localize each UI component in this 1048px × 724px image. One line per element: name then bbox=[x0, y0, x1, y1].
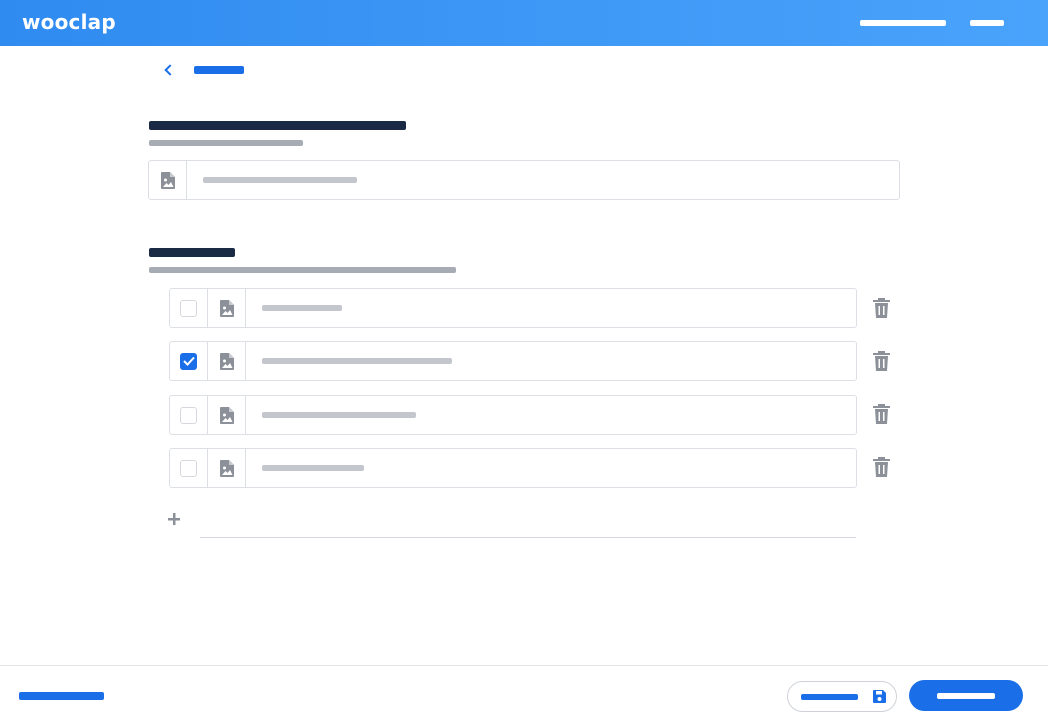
answer-row-4 bbox=[169, 448, 857, 488]
trash-icon[interactable] bbox=[873, 351, 890, 371]
answer-correct-toggle-1[interactable] bbox=[170, 289, 208, 327]
question-image-button[interactable] bbox=[149, 161, 187, 199]
save-icon bbox=[873, 690, 886, 703]
answer-placeholder-2 bbox=[262, 358, 452, 364]
image-file-icon bbox=[219, 352, 234, 370]
answer-correct-toggle-3[interactable] bbox=[170, 396, 208, 434]
answer-row-3 bbox=[169, 395, 857, 435]
footer-link[interactable] bbox=[19, 692, 104, 700]
nav-link-2[interactable] bbox=[970, 20, 1004, 26]
answer-row-2 bbox=[169, 341, 857, 381]
checkbox-icon[interactable] bbox=[180, 299, 197, 317]
question-input-group bbox=[148, 160, 900, 200]
chevron-left-icon bbox=[164, 64, 176, 76]
image-file-icon bbox=[160, 171, 175, 189]
answer-input-1[interactable] bbox=[246, 289, 856, 327]
image-file-icon bbox=[219, 299, 234, 317]
trash-icon[interactable] bbox=[873, 298, 890, 318]
trash-icon[interactable] bbox=[873, 404, 890, 424]
save-draft-label bbox=[801, 693, 858, 700]
checkbox-icon[interactable] bbox=[180, 352, 197, 370]
checkbox-icon[interactable] bbox=[180, 459, 197, 477]
image-file-icon bbox=[219, 459, 234, 477]
image-file-icon bbox=[219, 406, 234, 424]
question-title bbox=[149, 121, 406, 130]
primary-action-button[interactable] bbox=[909, 680, 1023, 711]
add-answer-input[interactable] bbox=[200, 537, 856, 538]
top-navigation-bar: wooclap bbox=[0, 0, 1048, 46]
save-draft-button[interactable] bbox=[787, 681, 897, 712]
nav-link-1[interactable] bbox=[860, 20, 946, 26]
answer-placeholder-3 bbox=[262, 412, 416, 418]
back-link[interactable] bbox=[162, 64, 244, 76]
checkbox-icon[interactable] bbox=[180, 406, 197, 424]
primary-action-label bbox=[937, 692, 995, 699]
answers-hint bbox=[149, 267, 456, 273]
question-input[interactable] bbox=[187, 161, 899, 199]
answer-image-button-2[interactable] bbox=[208, 342, 246, 380]
answer-image-button-1[interactable] bbox=[208, 289, 246, 327]
wooclap-logo[interactable]: wooclap bbox=[22, 10, 116, 34]
footer-bar bbox=[0, 665, 1048, 724]
answer-row-1 bbox=[169, 288, 857, 328]
answer-input-3[interactable] bbox=[246, 396, 856, 434]
question-hint bbox=[149, 140, 303, 146]
trash-icon[interactable] bbox=[873, 457, 890, 477]
answer-correct-toggle-2[interactable] bbox=[170, 342, 208, 380]
answer-correct-toggle-4[interactable] bbox=[170, 449, 208, 487]
answer-placeholder-1 bbox=[262, 305, 342, 311]
answer-input-4[interactable] bbox=[246, 449, 856, 487]
back-link-label bbox=[194, 66, 244, 74]
question-input-placeholder bbox=[203, 177, 357, 183]
plus-icon[interactable] bbox=[166, 511, 182, 527]
answer-placeholder-4 bbox=[262, 465, 364, 471]
answers-title bbox=[149, 248, 235, 257]
check-icon bbox=[182, 356, 195, 366]
answer-image-button-3[interactable] bbox=[208, 396, 246, 434]
answer-image-button-4[interactable] bbox=[208, 449, 246, 487]
answer-input-2[interactable] bbox=[246, 342, 856, 380]
